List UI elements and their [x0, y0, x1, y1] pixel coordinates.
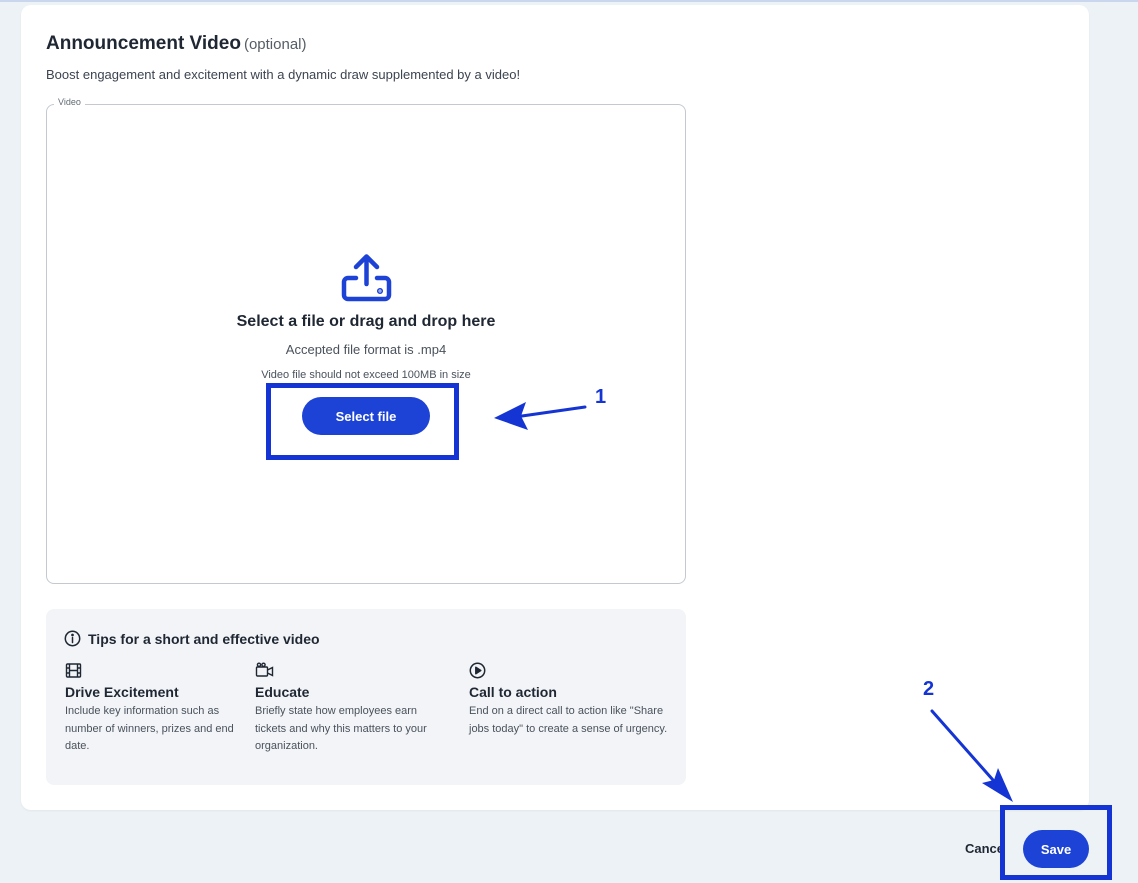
section-title: Announcement Video (optional)	[46, 33, 307, 55]
dropzone-title: Select a file or drag and drop here	[236, 313, 496, 330]
annotation-box-2	[1000, 805, 1112, 880]
tips-title: Tips for a short and effective video	[88, 630, 320, 647]
tip-title: Drive Excitement	[65, 684, 179, 700]
info-icon	[64, 630, 81, 647]
video-field-legend: Video	[54, 97, 85, 107]
size-limit-text: Video file should not exceed 100MB in si…	[261, 369, 471, 381]
accepted-format-text: Accepted file format is .mp4	[285, 342, 447, 357]
video-camera-icon	[255, 662, 274, 677]
film-icon	[65, 663, 82, 678]
top-border	[0, 0, 1138, 2]
tip-drive-excitement: Drive Excitement Include key information…	[65, 662, 240, 756]
tip-description: Include key information such as number o…	[65, 705, 234, 752]
tip-educate: Educate Briefly state how employees earn…	[255, 662, 450, 756]
tip-description: Briefly state how employees earn tickets…	[255, 705, 427, 752]
annotation-number-1: 1	[595, 386, 607, 408]
tip-title: Call to action	[469, 684, 557, 700]
tip-title: Educate	[255, 684, 310, 700]
play-circle-icon	[469, 662, 486, 679]
optional-label: (optional)	[243, 36, 307, 53]
section-title-text: Announcement Video	[46, 33, 241, 54]
upload-icon	[341, 254, 392, 302]
tip-call-to-action: Call to action End on a direct call to a…	[469, 662, 669, 738]
tips-header: Tips for a short and effective video	[64, 630, 320, 647]
annotation-box-1	[266, 383, 459, 460]
section-description: Boost engagement and excitement with a d…	[46, 67, 521, 82]
annotation-number-2: 2	[923, 678, 935, 700]
tip-description: End on a direct call to action like "Sha…	[469, 705, 668, 735]
cancel-button[interactable]: Cancel	[965, 841, 1005, 856]
